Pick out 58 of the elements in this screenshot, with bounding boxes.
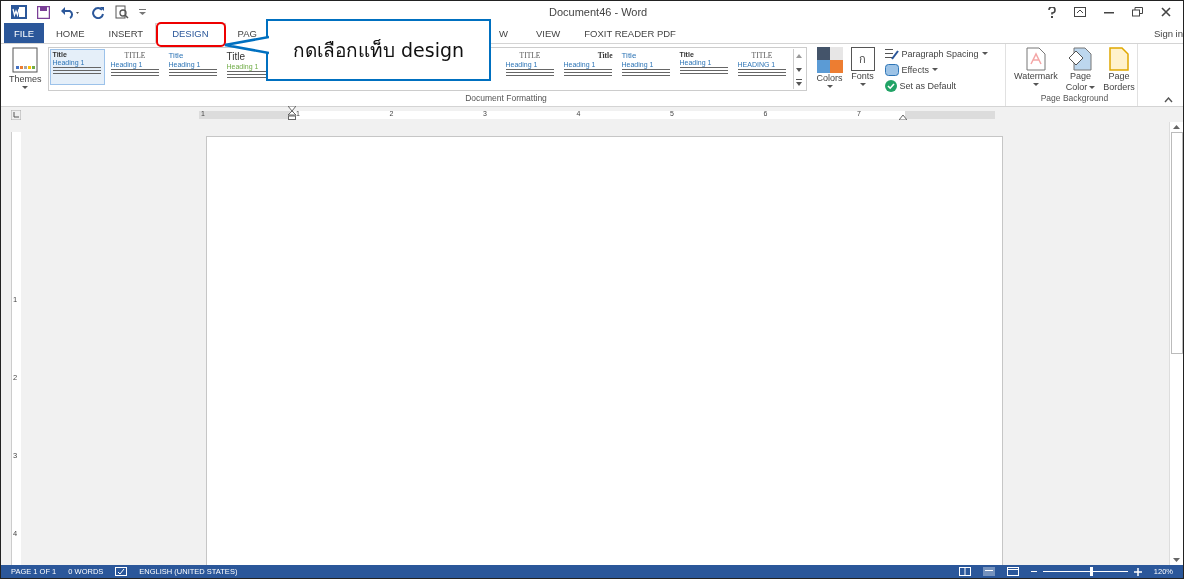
color-palette-icon [816,47,843,73]
colors-button[interactable]: Colors [814,47,845,89]
paragraph-spacing-button[interactable]: Paragraph Spacing [884,47,988,61]
scroll-down-icon[interactable] [1172,557,1181,563]
read-mode-icon[interactable] [958,567,971,576]
zoom-out-icon[interactable] [1030,570,1037,573]
collapse-ribbon-icon[interactable] [1164,97,1173,103]
dropdown-icon [859,82,866,87]
indent-marker-icon[interactable] [288,105,296,120]
redo-icon[interactable] [92,5,105,19]
gallery-scrollbar[interactable] [792,49,805,89]
themes-icon [12,47,39,73]
right-indent-marker-icon[interactable] [899,113,907,120]
watermark-icon [1025,47,1046,71]
save-icon[interactable] [37,5,50,19]
print-preview-icon[interactable] [115,5,129,19]
check-circle-icon [884,80,897,92]
page-color-button[interactable]: Page Color [1063,47,1098,93]
paint-bucket-icon [1068,47,1093,71]
dropdown-icon [826,84,833,89]
web-layout-icon[interactable] [1006,567,1019,576]
paragraph-spacing-icon [884,48,899,60]
customize-icon[interactable] [139,8,146,16]
ribbon-tab[interactable]: VIEW [523,23,573,43]
ribbon-tab[interactable]: HOME [44,23,97,43]
callout-box: กดเลือกแท็บ design [266,19,491,81]
dropdown-icon [981,52,988,56]
dropdown-icon [22,85,29,90]
ribbon-display-icon[interactable] [1074,7,1086,17]
ribbon-tab[interactable]: FOXIT READER PDF [572,23,688,43]
dropdown-icon [931,68,938,72]
vertical-scrollbar[interactable] [1169,122,1183,565]
themes-button[interactable]: Themes [7,47,44,90]
group-label: Page Background [1039,92,1110,105]
group-label: Document Formatting [464,93,548,105]
dropdown-icon [1032,82,1039,87]
restore-icon[interactable] [1132,7,1143,17]
scroll-up-icon[interactable] [1172,124,1181,130]
ribbon-tab[interactable]: W [496,23,514,43]
set-as-default-button[interactable]: Set as Default [884,79,988,93]
watermark-button[interactable]: Watermark [1012,47,1060,87]
zoom-in-icon[interactable] [1133,567,1142,576]
close-icon[interactable] [1161,7,1171,17]
highlight-ring [156,22,226,47]
page-border-icon [1108,47,1129,71]
window-title: Document46 - Word [549,6,648,18]
undo-icon[interactable] [60,5,82,19]
word-logo-icon[interactable] [11,5,27,19]
page-borders-button[interactable]: Page Borders [1101,47,1137,93]
print-layout-icon[interactable] [982,567,995,576]
ribbon-tab[interactable]: INSERT [96,23,156,43]
proofing-icon[interactable] [115,567,128,576]
dropdown-icon [1089,85,1096,90]
effects-icon [884,64,899,76]
effects-button[interactable]: Effects [884,63,988,77]
sign-in-link[interactable]: Sign in [1153,23,1183,43]
file-tab[interactable]: FILE [4,23,44,43]
help-icon[interactable] [1048,6,1056,18]
